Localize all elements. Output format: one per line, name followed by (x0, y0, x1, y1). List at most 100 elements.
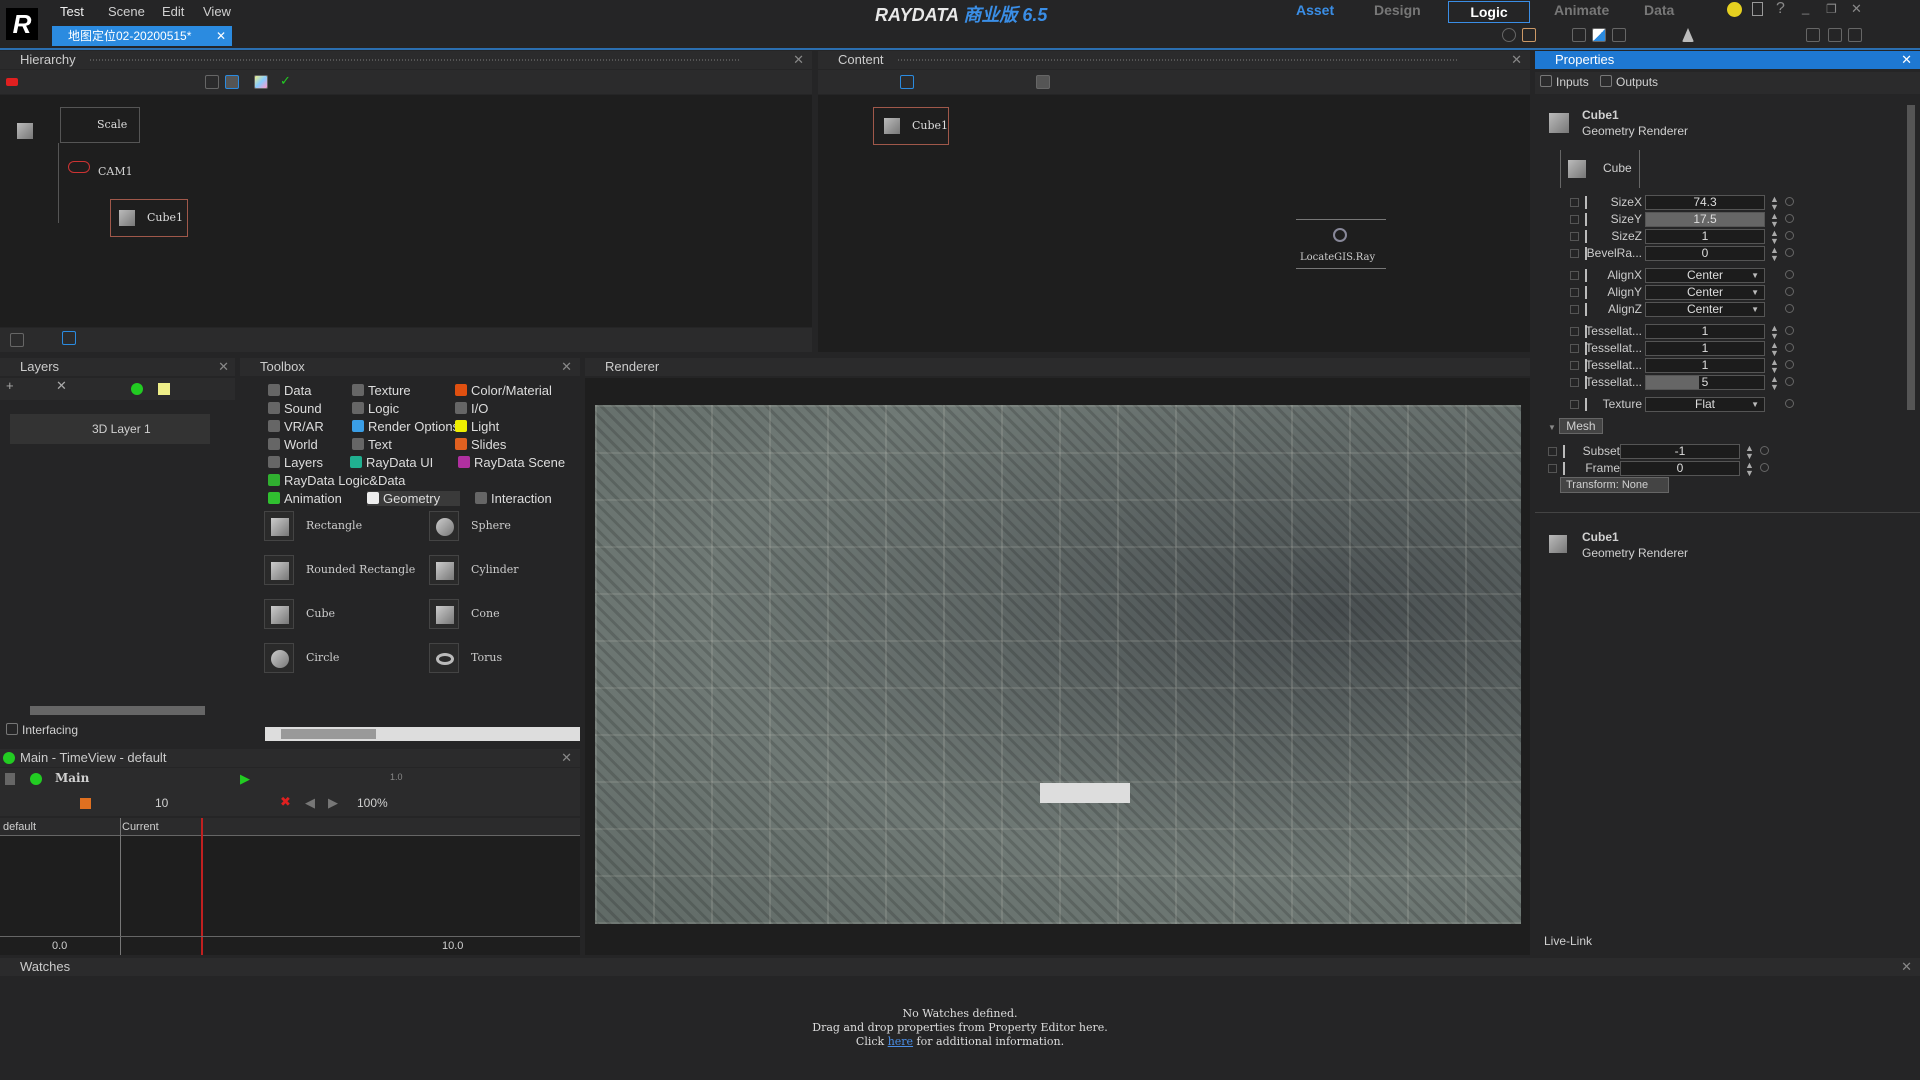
toolbox-category[interactable]: Interaction (475, 491, 552, 506)
back-arrow-icon[interactable] (6, 78, 18, 86)
content-node-locategis[interactable]: LocateGIS.Ray (1296, 219, 1386, 269)
check-icon[interactable]: ✓ (280, 73, 291, 89)
property-value[interactable]: 0 (1620, 461, 1740, 476)
close-icon[interactable]: ✕ (218, 358, 229, 376)
property-value[interactable]: 5 (1645, 375, 1765, 390)
horizontal-scrollbar[interactable] (30, 706, 205, 715)
tab-inputs[interactable]: Inputs (1540, 75, 1589, 89)
tree-view-icon[interactable] (62, 331, 76, 345)
toolbox-category[interactable]: Animation (268, 491, 342, 506)
close-icon[interactable]: ✕ (793, 51, 804, 69)
timeline-name[interactable]: Main (55, 771, 89, 785)
spinner-icon[interactable]: ▲ ▼ (1770, 324, 1779, 341)
toolbox-category[interactable]: Texture (352, 383, 411, 398)
property-value[interactable]: 17.5 (1645, 212, 1765, 227)
link-icon[interactable] (1785, 214, 1794, 223)
timeline-area[interactable]: default Current 0.0 10.0 (0, 818, 580, 955)
link-icon[interactable] (1785, 304, 1794, 313)
layer-item[interactable]: 3D Layer 1 (10, 414, 210, 444)
toolbox-category[interactable]: World (268, 437, 318, 452)
document-icon[interactable] (1752, 2, 1763, 16)
property-value[interactable]: 74.3 (1645, 195, 1765, 210)
property-value[interactable]: 0 (1645, 246, 1765, 261)
link-icon[interactable] (1785, 287, 1794, 296)
record-icon[interactable] (131, 383, 143, 395)
property-value[interactable]: Center (1645, 302, 1765, 317)
color-icon[interactable] (158, 383, 170, 395)
help-link[interactable]: here (888, 1035, 913, 1048)
property-value[interactable]: Flat (1645, 397, 1765, 412)
camera-icon[interactable] (1806, 28, 1820, 42)
close-icon[interactable]: ✕ (216, 26, 226, 46)
add-key-icon[interactable] (80, 798, 91, 809)
toolbox-category[interactable]: RayData Logic&Data (268, 473, 405, 488)
spinner-icon[interactable]: ▲ ▼ (1770, 246, 1779, 263)
restore-icon[interactable]: ❐ (1826, 2, 1837, 16)
spinner-icon[interactable]: ▲ ▼ (1770, 358, 1779, 375)
mode-data[interactable]: Data (1644, 0, 1674, 20)
speed-select[interactable]: 1.0 (390, 772, 403, 782)
spinner-icon[interactable]: ▲ ▼ (1770, 375, 1779, 392)
toolbox-category[interactable]: Logic (352, 401, 399, 416)
play-icon[interactable]: ▶ (240, 771, 250, 787)
hierarchy-canvas[interactable]: Scale CAM1 Cube1 (0, 95, 812, 327)
property-value[interactable]: -1 (1620, 444, 1740, 459)
link-icon[interactable] (1785, 270, 1794, 279)
close-icon[interactable]: ✕ (1901, 51, 1912, 69)
speaker-icon[interactable] (1848, 28, 1862, 42)
help-icon[interactable]: ? (1776, 0, 1785, 18)
spinner-icon[interactable]: ▲ ▼ (1745, 461, 1754, 478)
toolbox-category[interactable]: Light (455, 419, 499, 434)
prev-icon[interactable]: ◀ (305, 795, 315, 811)
property-value[interactable]: 1 (1645, 358, 1765, 373)
menu-scene[interactable]: Scene (108, 4, 145, 19)
minimize-icon[interactable]: _ (1802, 0, 1809, 15)
property-value[interactable]: 1 (1645, 341, 1765, 356)
link-icon[interactable] (1785, 399, 1794, 408)
frame-icon[interactable] (1572, 28, 1586, 42)
spinner-icon[interactable]: ▲ ▼ (1770, 212, 1779, 229)
property-value[interactable]: Center (1645, 268, 1765, 283)
toolbox-category[interactable]: Text (352, 437, 392, 452)
link-icon[interactable] (1785, 231, 1794, 240)
link-icon[interactable] (1785, 377, 1794, 386)
mode-design[interactable]: Design (1374, 0, 1421, 20)
interfacing-checkbox[interactable]: Interfacing (6, 723, 78, 737)
toolbox-category[interactable]: RayData Scene (458, 455, 565, 470)
lock-icon[interactable] (5, 773, 15, 785)
layout-icon[interactable] (1522, 28, 1536, 42)
close-icon[interactable]: ✕ (1511, 51, 1522, 69)
edit-icon[interactable] (1612, 28, 1626, 42)
menu-test[interactable]: Test (60, 4, 84, 19)
toolbox-category[interactable]: Layers (268, 455, 323, 470)
horizontal-scrollbar[interactable] (265, 727, 580, 741)
hierarchy-node-cam1[interactable]: CAM1 (98, 165, 133, 178)
select-icon[interactable] (900, 75, 914, 89)
property-value[interactable]: 1 (1645, 324, 1765, 339)
camera-settings-icon[interactable] (1828, 28, 1842, 42)
close-icon[interactable]: ✕ (561, 749, 572, 767)
link-icon[interactable] (1785, 326, 1794, 335)
toolbox-category[interactable]: Slides (455, 437, 506, 452)
spinner-icon[interactable]: ▲ ▼ (1770, 341, 1779, 358)
content-canvas[interactable]: Cube1 LocateGIS.Ray (818, 95, 1530, 352)
link-icon[interactable] (1785, 360, 1794, 369)
toolbox-category[interactable]: Data (268, 383, 311, 398)
add-layer-icon[interactable]: + (6, 378, 14, 393)
toolbox-category[interactable]: VR/AR (268, 419, 324, 434)
next-icon[interactable]: ▶ (328, 795, 338, 811)
menu-view[interactable]: View (203, 4, 231, 19)
mesh-section[interactable]: ▼ Mesh (1548, 418, 1603, 434)
toolbox-category[interactable]: RayData UI (350, 455, 433, 470)
content-node-cube1[interactable]: Cube1 (873, 107, 949, 145)
hierarchy-node-scale[interactable]: Scale (60, 107, 140, 143)
property-value[interactable]: Center (1645, 285, 1765, 300)
toolbox-category[interactable]: Color/Material (455, 383, 552, 398)
menu-edit[interactable]: Edit (162, 4, 184, 19)
close-icon[interactable]: ✕ (561, 358, 572, 376)
globe-icon[interactable] (1502, 28, 1516, 42)
window-close-icon[interactable]: ✕ (1851, 1, 1862, 17)
cone-icon[interactable] (1682, 28, 1694, 42)
mode-asset[interactable]: Asset (1296, 0, 1334, 20)
palette-icon[interactable] (254, 75, 268, 89)
